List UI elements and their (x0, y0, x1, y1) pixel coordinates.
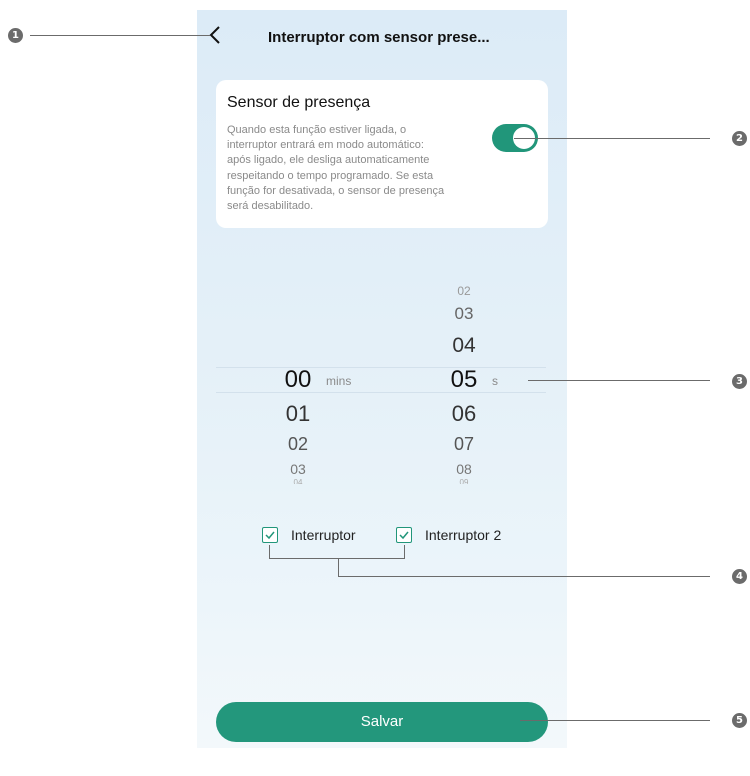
callout-badge: 2 (732, 131, 747, 146)
minutes-selected[interactable]: 00 (268, 366, 328, 394)
minutes-unit: mins (326, 374, 352, 388)
picker-selection-bottom-line (216, 392, 546, 393)
callout-line (338, 576, 710, 577)
minutes-option[interactable]: 04 (268, 478, 328, 484)
seconds-selected[interactable]: 05 (434, 366, 494, 394)
checkbox-label[interactable]: Interruptor 2 (425, 527, 501, 543)
card-title: Sensor de presença (227, 94, 371, 111)
callout-bracket-stem (338, 558, 339, 576)
card-description: Quando esta função estiver ligada, o int… (227, 123, 469, 214)
callout-bracket (269, 545, 405, 559)
callout-line (520, 720, 710, 721)
checkbox-interruptor-2[interactable] (396, 527, 412, 543)
callout-badge: 1 (8, 28, 23, 43)
callout-line (514, 138, 710, 139)
presence-sensor-card: Sensor de presença Quando esta função es… (216, 80, 548, 228)
description-line: função for desativada, o sensor de prese… (227, 184, 445, 197)
seconds-option[interactable]: 03 (434, 304, 494, 324)
seconds-option[interactable]: 08 (434, 461, 494, 477)
callout-badge: 3 (732, 374, 747, 389)
minutes-option[interactable]: 02 (268, 434, 328, 455)
seconds-unit: s (492, 374, 498, 388)
callout-line (30, 35, 210, 36)
minutes-option[interactable]: 01 (268, 401, 328, 427)
seconds-option[interactable]: 09 (434, 478, 494, 484)
seconds-option[interactable]: 07 (434, 434, 494, 455)
checkbox-label[interactable]: Interruptor (291, 527, 356, 543)
callout-badge: 5 (732, 713, 747, 728)
description-line: interruptor entrará em modo automático: (227, 139, 424, 152)
description-line: após ligado, ele desliga automaticamente (227, 154, 430, 167)
minutes-option[interactable]: 03 (268, 461, 328, 477)
description-line: Quando esta função estiver ligada, o (227, 124, 407, 136)
checkmark-icon (399, 531, 409, 540)
seconds-option[interactable]: 04 (434, 334, 494, 358)
checkmark-icon (265, 531, 275, 540)
page-title: Interruptor com sensor prese... (268, 29, 490, 46)
callout-line (528, 380, 710, 381)
description-line: respeitando o tempo programado. Se esta (227, 169, 434, 182)
picker-selection-top-line (216, 367, 546, 368)
seconds-option[interactable]: 02 (434, 284, 494, 298)
checkbox-interruptor[interactable] (262, 527, 278, 543)
seconds-option[interactable]: 06 (434, 401, 494, 427)
description-line: será desabilitado. (227, 200, 314, 213)
save-button[interactable]: Salvar (216, 702, 548, 742)
callout-badge: 4 (732, 569, 747, 584)
